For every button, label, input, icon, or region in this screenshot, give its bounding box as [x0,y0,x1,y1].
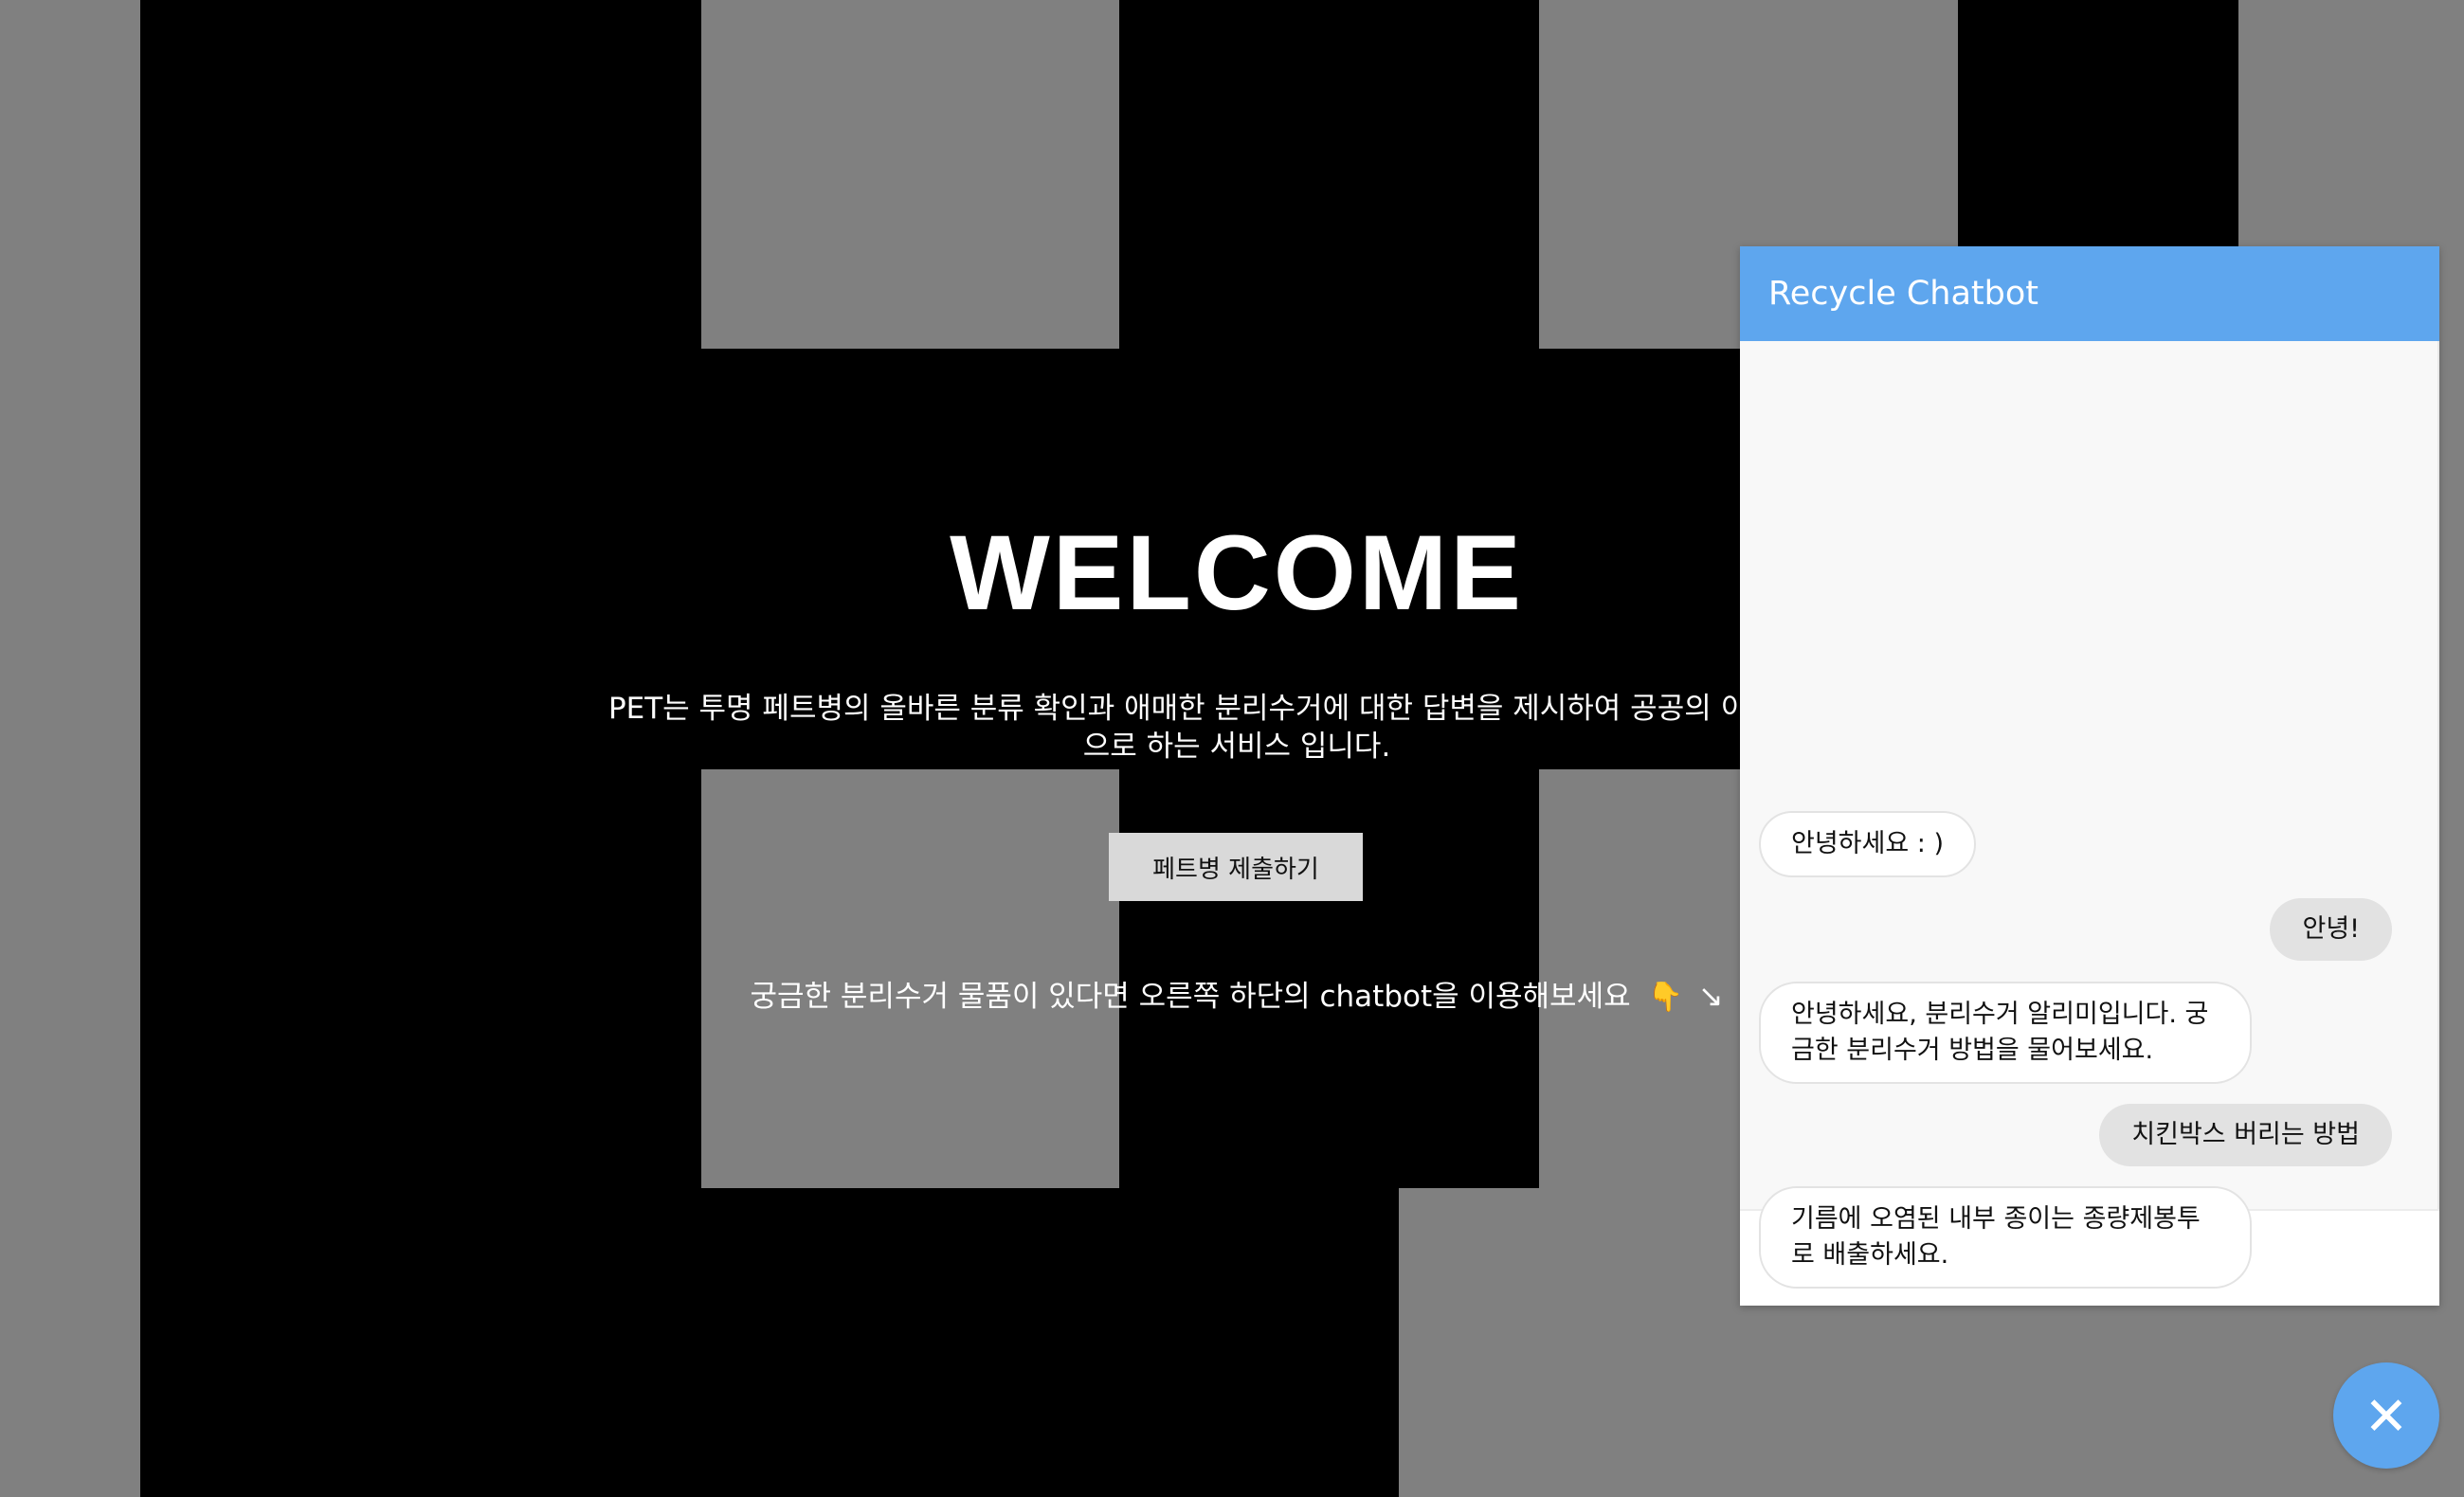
chatbot-header: Recycle Chatbot [1740,246,2439,341]
submit-pet-bottle-button[interactable]: 페트병 제출하기 [1109,833,1363,901]
bot-message: 기름에 오염된 내부 종이는 종량제봉투로 배출하세요. [1759,1186,2252,1289]
chatbot-message-list[interactable]: 안녕하세요 : ) 안녕! 안녕하세요, 분리수거 알리미입니다. 궁금한 분리… [1740,341,2439,1289]
user-message: 안녕! [2270,898,2392,961]
bot-message: 안녕하세요 : ) [1759,811,1976,877]
chatbot-hint-text: 궁금한 분리수거 물품이 있다면 오른쪽 하단의 chatbot을 이용해보세요 [750,980,1631,1014]
background-tile [701,0,1119,349]
service-description: PET는 투명 페트병의 올바른 분류 확인과 애매한 분리수거에 대한 답변을… [607,692,1866,764]
pointing-down-hand-icon: 👇 [1647,981,1683,1014]
chatbot-window: Recycle Chatbot 안녕하세요 : ) 안녕! 안녕하세요, 분리수… [1740,246,2439,1306]
close-icon: ✕ [2364,1386,2409,1446]
close-chatbot-button[interactable]: ✕ [2333,1362,2439,1469]
user-message: 치킨박스 버리는 방법 [2099,1104,2392,1166]
background-tile [0,0,140,1497]
bot-message: 안녕하세요, 분리수거 알리미입니다. 궁금한 분리수거 방법을 물어보세요. [1759,982,2252,1084]
arrow-down-right-icon: ↘ [1697,978,1724,1014]
